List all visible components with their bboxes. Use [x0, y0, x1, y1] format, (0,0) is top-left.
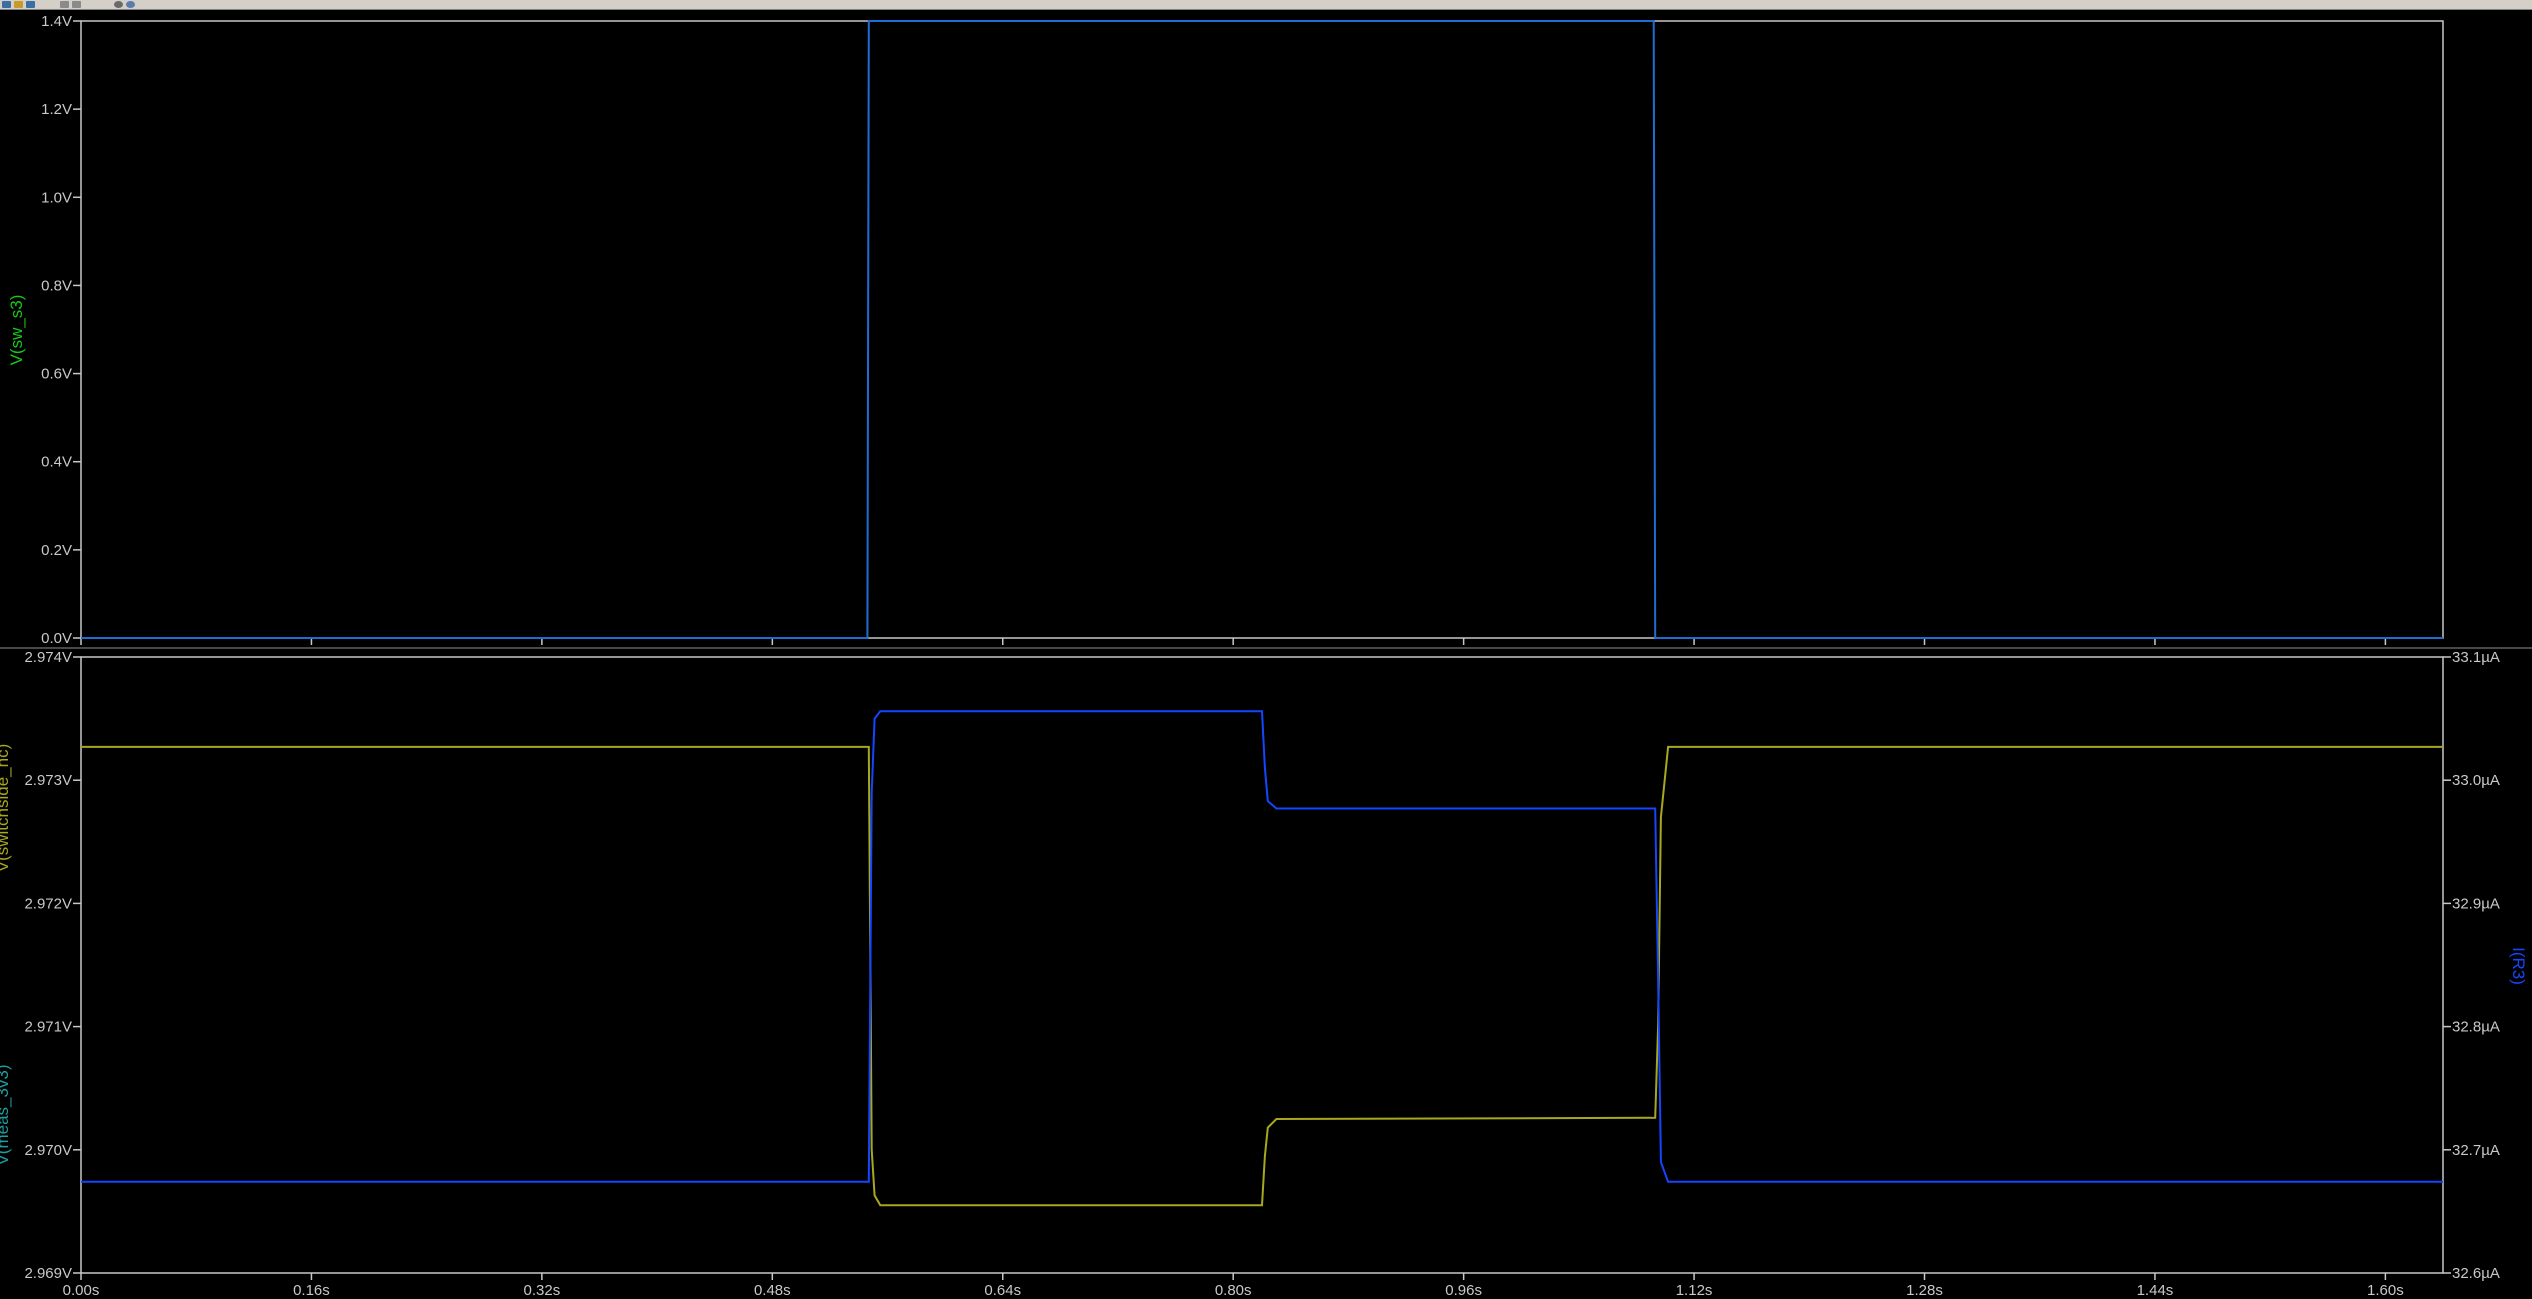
undo-icon[interactable]	[60, 1, 69, 8]
x-tick-label: 0.64s	[984, 1282, 1021, 1299]
x-tick-label: 0.48s	[754, 1282, 791, 1299]
y-tick-label: 0.4V	[41, 454, 72, 471]
save-icon[interactable]	[26, 1, 35, 8]
y-axis-label-secondary: V(meas_3v3)	[0, 1064, 12, 1165]
x-tick-label: 0.16s	[293, 1282, 330, 1299]
x-tick-label: 0.80s	[1215, 1282, 1252, 1299]
x-tick-label: 0.96s	[1445, 1282, 1482, 1299]
y-tick-label: 0.2V	[41, 542, 72, 559]
y-right-tick-label: 32.6µA	[2452, 1265, 2500, 1282]
y-right-tick-label: 32.7µA	[2452, 1142, 2500, 1159]
y-axis-label-right: I(R3)	[2509, 947, 2528, 985]
y-tick-label: 2.969V	[24, 1265, 72, 1282]
y-tick-label: 2.970V	[24, 1142, 72, 1159]
y-tick-label: 0.8V	[41, 277, 72, 294]
y-tick-label: 0.0V	[41, 630, 72, 647]
x-tick-label: 1.12s	[1676, 1282, 1713, 1299]
waveform-plot: 0.0V 0.2V 0.4V 0.6V 0.8V 1.0V 1.2V 1.4V V(sw_s3)…	[0, 10, 2532, 1299]
open-folder-icon[interactable]	[14, 1, 23, 8]
y-axis-label: V(sw_s3)	[7, 295, 26, 366]
y-tick-label: 2.974V	[24, 649, 72, 666]
y-tick-label: 0.6V	[41, 366, 72, 383]
y-tick-label: 2.972V	[24, 895, 72, 912]
x-tick-label: 1.44s	[2137, 1282, 2174, 1299]
x-tick-label: 0.00s	[63, 1282, 100, 1299]
toolbar	[0, 0, 2532, 10]
x-tick-label: 1.28s	[1906, 1282, 1943, 1299]
y-right-tick-label: 32.8µA	[2452, 1019, 2500, 1036]
new-file-icon[interactable]	[2, 1, 11, 8]
zoom-icon[interactable]	[114, 1, 123, 8]
plot-background	[0, 10, 2532, 1299]
settings-icon[interactable]	[126, 1, 135, 8]
y-tick-label: 2.973V	[24, 772, 72, 789]
y-tick-label: 1.4V	[41, 13, 72, 30]
y-tick-label: 1.0V	[41, 189, 72, 206]
redo-icon[interactable]	[72, 1, 81, 8]
y-tick-label: 1.2V	[41, 101, 72, 118]
y-axis-label: V(switchside_nc)	[0, 744, 12, 873]
y-right-tick-label: 32.9µA	[2452, 895, 2500, 912]
y-right-tick-label: 33.0µA	[2452, 772, 2500, 789]
x-tick-label: 1.60s	[2367, 1282, 2404, 1299]
y-right-tick-label: 33.1µA	[2452, 649, 2500, 666]
y-tick-label: 2.971V	[24, 1019, 72, 1036]
x-tick-label: 0.32s	[524, 1282, 561, 1299]
